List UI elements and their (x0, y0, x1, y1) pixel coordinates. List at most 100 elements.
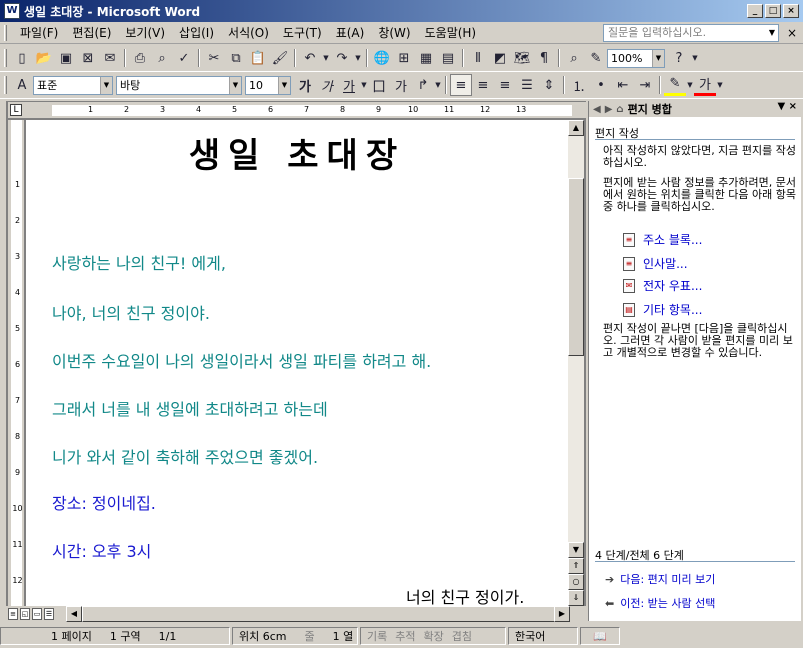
char-border-icon[interactable]: 囗 (368, 74, 390, 96)
status-language[interactable]: 한국어 (508, 627, 578, 645)
document-close-icon[interactable]: × (787, 26, 797, 40)
menu-help[interactable]: 도움말(H) (418, 23, 484, 43)
status-rec[interactable]: 기록 (367, 630, 387, 643)
status-page-info[interactable]: 1 페이지 1 구역 1/1 (0, 627, 230, 645)
menu-window[interactable]: 창(W) (371, 23, 417, 43)
char-shading-icon[interactable]: 가 (390, 74, 412, 96)
help-icon[interactable]: ? (668, 47, 690, 69)
menu-table[interactable]: 표(A) (329, 23, 372, 43)
format-painter-icon[interactable]: 🖌 (269, 47, 291, 69)
vertical-ruler[interactable]: 1 2 3 4 5 6 7 8 9 10 11 12 (8, 120, 24, 606)
link-greeting[interactable]: ≡ 인사말... (623, 255, 688, 272)
status-ext[interactable]: 확장 (424, 630, 444, 643)
font-dropdown-icon[interactable]: ▼ (229, 76, 241, 94)
bullets-icon[interactable]: • (590, 74, 612, 96)
browse-object-icon[interactable]: ○ (568, 574, 584, 590)
numbering-icon[interactable]: ⒈ (568, 74, 590, 96)
zoom-dropdown-icon[interactable]: ▼ (652, 49, 664, 67)
drawing-icon[interactable]: ◩ (489, 47, 511, 69)
ruler-scale[interactable]: 1 2 3 4 5 6 7 8 9 10 11 12 (11, 120, 23, 606)
scroll-up-icon[interactable]: ▲ (568, 120, 584, 136)
back-icon[interactable]: ◀ (593, 104, 601, 115)
email-icon[interactable]: ✉ (99, 47, 121, 69)
next-page-icon[interactable]: ⇓ (568, 590, 584, 606)
show-hide-icon[interactable]: ¶ (533, 47, 555, 69)
menu-file[interactable]: 파일(F) (13, 23, 65, 43)
toolbar-options-icon[interactable]: ▼ (690, 47, 700, 69)
paste-icon[interactable]: 📋 (247, 47, 269, 69)
horizontal-scroll-thumb[interactable] (82, 606, 562, 622)
scroll-left-icon[interactable]: ◀ (66, 606, 82, 622)
word-app-icon[interactable]: W (4, 3, 20, 19)
document-page[interactable]: 생일 초대장 사랑하는 나의 친구! 에게, 나야, 너의 친구 정이야. 이번… (26, 120, 568, 606)
hyperlink-icon[interactable]: 🌐 (371, 47, 393, 69)
normal-view-icon[interactable]: ≡ (8, 608, 18, 620)
maximize-button[interactable]: □ (765, 4, 781, 18)
scroll-right-icon[interactable]: ▶ (554, 606, 570, 622)
link-address-block[interactable]: ≡ 주소 블록... (623, 231, 702, 248)
tables-borders-icon[interactable]: ⊞ (393, 47, 415, 69)
horizontal-ruler[interactable]: L 1 2 3 4 5 6 7 8 9 10 11 12 13 (8, 102, 586, 119)
new-document-icon[interactable]: ▯ (11, 47, 33, 69)
line-spacing-icon[interactable]: ⇕ (538, 74, 560, 96)
align-right-icon[interactable]: ≡ (494, 74, 516, 96)
print-icon[interactable]: ⎙ (129, 47, 151, 69)
cut-icon[interactable]: ✂ (203, 47, 225, 69)
vertical-scrollbar[interactable]: ▲ ▼ ⇑ ○ ⇓ (568, 120, 584, 606)
underline-icon[interactable]: 가 (338, 74, 360, 96)
align-justify-icon[interactable]: ≡ (450, 74, 472, 96)
highlight-dropdown-icon[interactable]: ▼ (686, 74, 694, 96)
insert-excel-icon[interactable]: ▤ (437, 47, 459, 69)
status-ovr[interactable]: 겹침 (452, 630, 472, 643)
pilcrow-icon[interactable]: ✎ (585, 47, 607, 69)
increase-indent-icon[interactable]: ⇥ (634, 74, 656, 96)
menu-view[interactable]: 보기(V) (118, 23, 172, 43)
close-button[interactable]: × (783, 4, 799, 18)
copy-icon[interactable]: ⧉ (225, 47, 247, 69)
help-question-input[interactable]: 질문을 입력하십시오. (603, 24, 779, 42)
link-postage[interactable]: ✉ 전자 우표... (623, 277, 702, 294)
spelling-icon[interactable]: ✓ (173, 47, 195, 69)
zoom-select[interactable]: 100% ▼ (607, 48, 665, 68)
save-icon[interactable]: ▣ (55, 47, 77, 69)
ruler-scale[interactable]: 1 2 3 4 5 6 7 8 9 10 11 12 13 (52, 105, 572, 116)
status-trk[interactable]: 추적 (395, 630, 415, 643)
redo-dropdown-icon[interactable]: ▼ (353, 47, 363, 69)
highlight-icon[interactable]: ✎ (664, 74, 686, 96)
next-step-link[interactable]: ➔ 다음: 편지 미리 보기 (605, 571, 715, 587)
read-icon[interactable]: ⌕ (563, 47, 585, 69)
menu-insert[interactable]: 삽입(I) (172, 23, 221, 43)
open-folder-icon[interactable]: 📂 (33, 47, 55, 69)
document-map-icon[interactable]: 🗺 (511, 47, 533, 69)
insert-table-icon[interactable]: ▦ (415, 47, 437, 69)
print-preview-icon[interactable]: ⌕ (151, 47, 173, 69)
menu-tools[interactable]: 도구(T) (276, 23, 329, 43)
text-direction-icon[interactable]: ↱ (412, 74, 434, 96)
previous-page-icon[interactable]: ⇑ (568, 558, 584, 574)
undo-dropdown-icon[interactable]: ▼ (321, 47, 331, 69)
menu-format[interactable]: 서식(O) (221, 23, 276, 43)
horizontal-scrollbar[interactable]: ◀ ▶ (66, 606, 570, 622)
print-layout-icon[interactable]: ▭ (32, 608, 42, 620)
help-dropdown-arrow[interactable]: ▼ (765, 25, 779, 41)
bold-icon[interactable]: 가 (294, 74, 316, 96)
style-dropdown-icon[interactable]: ▼ (100, 76, 112, 94)
toolbar-grip[interactable] (4, 76, 7, 94)
menu-edit[interactable]: 편집(E) (65, 23, 118, 43)
forward-icon[interactable]: ▶ (605, 104, 613, 115)
minimize-button[interactable]: _ (747, 4, 763, 18)
styles-formatting-icon[interactable]: A (11, 74, 33, 96)
font-select[interactable]: 바탕 ▼ (116, 75, 242, 95)
distribute-icon[interactable]: ☰ (516, 74, 538, 96)
tab-selector-icon[interactable]: L (10, 104, 22, 116)
style-select[interactable]: 표준 ▼ (33, 75, 113, 95)
columns-icon[interactable]: ⫴ (467, 47, 489, 69)
status-modes[interactable]: 기록 추적 확장 겹침 (360, 627, 506, 645)
link-more-items[interactable]: ▤ 기타 항목... (623, 301, 702, 318)
text-direction-dropdown-icon[interactable]: ▼ (434, 74, 442, 96)
web-view-icon[interactable]: ◱ (20, 608, 30, 620)
spelling-status-icon[interactable]: 📖 (580, 627, 620, 645)
scroll-down-icon[interactable]: ▼ (568, 542, 584, 558)
previous-step-link[interactable]: ⬅ 이전: 받는 사람 선택 (605, 595, 715, 611)
font-size-select[interactable]: 10 ▼ (245, 75, 291, 95)
